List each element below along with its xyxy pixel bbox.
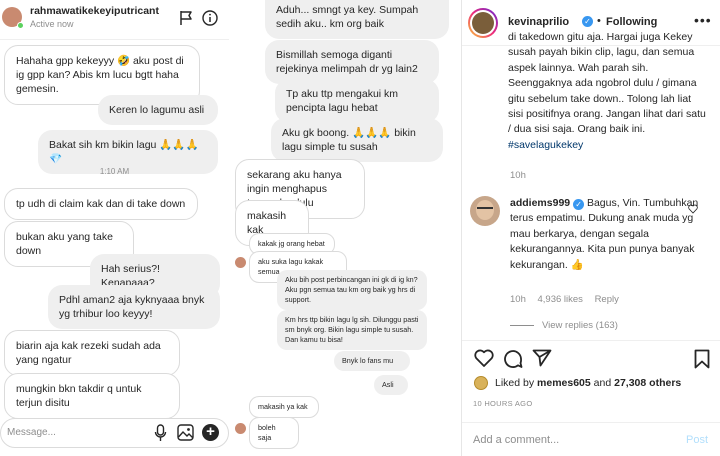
- comment: addiems999 ✓ Bagus, Vin. Tumbuhkan terus…: [510, 196, 700, 273]
- message-bubble: makasih ya kak: [249, 396, 319, 418]
- sender-avatar: [235, 423, 246, 434]
- flag-icon[interactable]: [179, 10, 193, 26]
- share-icon[interactable]: [532, 349, 552, 367]
- message-bubble: Bismillah semoga diganti rejekinya melim…: [265, 40, 439, 84]
- add-comment-bar: Add a comment... Post: [462, 422, 720, 456]
- comment-icon[interactable]: [503, 349, 523, 369]
- following-button[interactable]: Following: [606, 16, 657, 28]
- commenter-avatar[interactable]: [470, 196, 500, 226]
- liker-avatar[interactable]: [474, 376, 488, 390]
- comment-meta: 10h 4,936 likes Reply: [510, 294, 628, 305]
- liked-by-others[interactable]: 27,308 others: [614, 377, 681, 389]
- caption-text: di takedown gitu aja. Hargai juga Kekey …: [508, 31, 706, 136]
- post-time: 10 HOURS AGO: [473, 399, 533, 408]
- dm-username[interactable]: rahmawatikekeyiputricant: [30, 5, 162, 17]
- dm-column-1: rahmawatikekeyiputricant Active now Haha…: [0, 0, 229, 456]
- likes-summary: Liked by memes605 and 27,308 others: [495, 377, 681, 389]
- caption-age: 10h: [510, 170, 526, 181]
- message-bubble: mungkin bkn takdir q untuk terjun disitu: [4, 373, 180, 419]
- message-bubble: Tp aku ttp mengakui km pencipta lagu heb…: [275, 79, 439, 123]
- message-bubble: Aku bih post perbincangan ini gk di ig k…: [277, 270, 427, 310]
- message-bubble: biarin aja kak rezeki sudah ada yang nga…: [4, 330, 180, 376]
- dm-column-2: Aduh... smngt ya key. Sumpah sedih aku..…: [229, 0, 461, 456]
- commenter-username[interactable]: addiems999: [510, 197, 570, 209]
- action-bar: [462, 340, 720, 380]
- active-dot: [17, 22, 24, 29]
- message-bubble: Keren lo lagumu asli: [98, 95, 218, 125]
- dm-screenshots: rahmawatikekeyiputricant Active now Haha…: [0, 0, 462, 456]
- message-input[interactable]: Message...: [7, 427, 56, 438]
- save-icon[interactable]: [694, 349, 710, 369]
- post-caption: di takedown gitu aja. Hargai juga Kekey …: [508, 30, 708, 153]
- message-bubble: Pdhl aman2 aja kyknyaaa bnyk yg trhibur …: [48, 285, 220, 329]
- view-replies-link[interactable]: View replies (163): [510, 320, 618, 331]
- mic-icon[interactable]: [154, 424, 167, 442]
- more-icon[interactable]: •••: [694, 12, 712, 28]
- reply-button[interactable]: Reply: [595, 294, 619, 305]
- post-panel: kevinaprilio ✓ • Following ••• di takedo…: [462, 0, 720, 456]
- message-composer[interactable]: Message... +: [0, 418, 229, 448]
- comment-age: 10h: [510, 294, 526, 305]
- sender-avatar: [235, 257, 246, 268]
- message-bubble: Aku gk boong. 🙏🙏🙏 bikin lagu simple tu s…: [271, 118, 443, 162]
- liked-by-label: Liked by: [495, 377, 535, 389]
- message-bubble: Aduh... smngt ya key. Sumpah sedih aku..…: [265, 0, 449, 39]
- verified-badge-icon: ✓: [582, 16, 593, 27]
- message-bubble: Asli: [374, 375, 408, 395]
- dm-status: Active now: [30, 19, 74, 29]
- liked-by-user[interactable]: memes605: [537, 377, 591, 389]
- post-comment-button[interactable]: Post: [686, 434, 708, 446]
- dm-header: rahmawatikekeyiputricant Active now: [0, 0, 229, 40]
- comment-like-icon[interactable]: [688, 204, 698, 214]
- message-bubble: boleh saja: [249, 417, 299, 449]
- add-comment-input[interactable]: Add a comment...: [473, 434, 559, 446]
- liked-by-and: and: [593, 377, 612, 389]
- plus-icon[interactable]: +: [202, 424, 219, 441]
- timestamp: 1:10 AM: [99, 167, 130, 176]
- message-bubble: Bnyk lo fans mu: [334, 351, 410, 371]
- screen: rahmawatikekeyiputricant Active now Haha…: [0, 0, 720, 456]
- post-username[interactable]: kevinaprilio: [508, 16, 569, 28]
- photo-icon[interactable]: [177, 424, 194, 441]
- avatar[interactable]: [468, 8, 498, 38]
- info-icon[interactable]: [202, 10, 218, 26]
- hashtag-link[interactable]: #savelagukekey: [508, 139, 583, 151]
- message-bubble: Km hrs ttp bikin lagu lg sih. Dilunggu p…: [277, 310, 427, 350]
- separator-dot: •: [597, 15, 601, 27]
- heart-icon[interactable]: [474, 349, 494, 367]
- message-bubble: tp udh di claim kak dan di take down: [4, 188, 198, 220]
- comment-likes[interactable]: 4,936 likes: [538, 294, 583, 305]
- verified-badge-icon: ✓: [573, 199, 585, 210]
